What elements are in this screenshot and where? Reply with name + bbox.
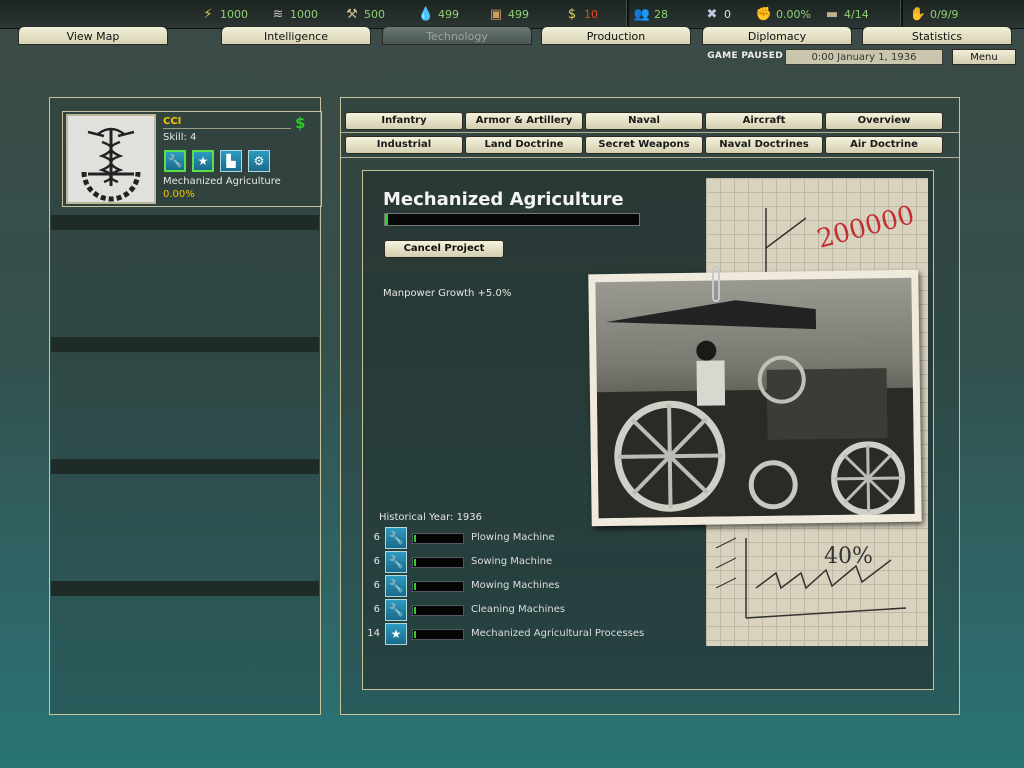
category-naval[interactable]: Naval — [585, 112, 703, 130]
component-name: Mowing Machines — [471, 580, 560, 591]
empty-slot-bar — [51, 337, 319, 352]
divider — [341, 132, 959, 133]
dissent-icon: ✊ — [755, 6, 773, 22]
svg-text:40%: 40% — [824, 544, 873, 569]
component-row: 6 🔧 Sowing Machine — [366, 551, 676, 573]
tab-intelligence[interactable]: Intelligence — [221, 26, 371, 45]
tab-statistics[interactable]: Statistics — [862, 26, 1012, 45]
tech-effect: Manpower Growth +5.0% — [383, 288, 512, 299]
category-armor-artillery[interactable]: Armor & Artillery — [465, 112, 583, 130]
rare-materials-stat[interactable]: ⚒ 500 — [344, 4, 385, 24]
component-name: Mechanized Agricultural Processes — [471, 628, 645, 639]
money-stat[interactable]: $10 — [564, 4, 598, 24]
wrench-icon: 🔧 — [385, 551, 407, 573]
supplies-icon: ▣ — [489, 6, 503, 22]
tab-production[interactable]: Production — [541, 26, 691, 45]
component-progress-bar — [412, 581, 464, 592]
category-industrial[interactable]: Industrial — [345, 136, 463, 154]
paperclip-icon — [712, 266, 720, 302]
category-aircraft[interactable]: Aircraft — [705, 112, 823, 130]
svg-text:200000: 200000 — [814, 200, 918, 255]
component-row: 6 🔧 Mowing Machines — [366, 575, 676, 597]
convoys-stat[interactable]: ▬ 4/14 — [824, 4, 869, 24]
divider — [900, 0, 903, 28]
category-secret-weapons[interactable]: Secret Weapons — [585, 136, 703, 154]
team-name: CCI — [163, 116, 182, 127]
component-name: Plowing Machine — [471, 532, 555, 543]
wrench-icon: 🔧 — [164, 150, 186, 172]
team-skill: Skill: 4 — [163, 132, 197, 143]
tab-view-map[interactable]: View Map — [18, 26, 168, 45]
component-name: Cleaning Machines — [471, 604, 566, 615]
leaders-stat[interactable]: ✋ 0/9/9 — [909, 4, 959, 24]
leaders-icon: ✋ — [909, 6, 927, 22]
wrench-icon: 🔧 — [385, 599, 407, 621]
tractor-image — [596, 300, 915, 519]
transports-icon: ✖ — [706, 6, 718, 22]
factory-icon: ▙ — [220, 150, 242, 172]
tractor-photo — [595, 277, 915, 519]
research-progress-fill — [385, 214, 388, 225]
star-icon: ★ — [192, 150, 214, 172]
team-project: Mechanized Agriculture — [163, 176, 281, 187]
divider — [626, 0, 629, 28]
component-row: 14 ★ Mechanized Agricultural Processes — [366, 623, 676, 645]
category-infantry[interactable]: Infantry — [345, 112, 463, 130]
rare-materials-icon: ⚒ — [346, 6, 358, 22]
tab-diplomacy[interactable]: Diplomacy — [702, 26, 852, 45]
empty-slot-bar — [51, 459, 319, 474]
research-progress-bar — [384, 213, 640, 226]
game-date[interactable]: 0:00 January 1, 1936 — [785, 49, 943, 65]
component-difficulty: 6 — [373, 604, 380, 615]
menu-button[interactable]: Menu — [952, 49, 1016, 65]
category-air-doctrine[interactable]: Air Doctrine — [825, 136, 943, 154]
wrench-icon: 🔧 — [385, 575, 407, 597]
component-progress-bar — [412, 629, 464, 640]
category-land-doctrine[interactable]: Land Doctrine — [465, 136, 583, 154]
divider — [341, 157, 959, 158]
component-difficulty: 6 — [373, 532, 380, 543]
component-difficulty: 6 — [373, 580, 380, 591]
component-progress-bar — [412, 533, 464, 544]
energy-icon: ⚡ — [203, 6, 213, 22]
component-progress-bar — [412, 557, 464, 568]
caduceus-gear-icon — [81, 127, 141, 202]
money-icon: $ — [567, 6, 577, 22]
oil-icon: 💧 — [417, 6, 435, 22]
star-icon: ★ — [385, 623, 407, 645]
team-logo — [66, 114, 156, 204]
component-difficulty: 6 — [373, 556, 380, 567]
divider — [163, 128, 291, 129]
convoys-icon: ▬ — [825, 6, 839, 22]
transports-stat[interactable]: ✖ 0 — [704, 4, 731, 24]
component-row: 6 🔧 Cleaning Machines — [366, 599, 676, 621]
historical-year: Historical Year: 1936 — [379, 512, 483, 523]
metal-stat[interactable]: ≋ 1000 — [270, 4, 318, 24]
empty-slot-bar — [51, 215, 319, 230]
resource-bar: ⚡ 1000 ≋ 1000 ⚒ 500 💧 499 ▣ 499 $10 👥 28 ✖ 0 ✊ 0… — [0, 0, 1024, 29]
dissent-stat[interactable]: ✊ 0.00% — [756, 4, 811, 24]
component-difficulty: 14 — [367, 628, 380, 639]
cancel-project-button[interactable]: Cancel Project — [384, 240, 504, 258]
tab-technology[interactable]: Technology — [382, 26, 532, 45]
oil-stat[interactable]: 💧 499 — [418, 4, 459, 24]
gears-icon: ⚙ — [248, 150, 270, 172]
manpower-icon: 👥 — [633, 6, 651, 22]
dollar-icon: $ — [295, 114, 306, 132]
category-overview[interactable]: Overview — [825, 112, 943, 130]
manpower-stat[interactable]: 👥 28 — [634, 4, 668, 24]
component-progress-bar — [412, 605, 464, 616]
game-paused-label: GAME PAUSED — [707, 51, 783, 61]
energy-stat[interactable]: ⚡ 1000 — [200, 4, 248, 24]
tech-title: Mechanized Agriculture — [383, 189, 624, 210]
empty-slot-bar — [51, 581, 319, 596]
team-progress: 0.00% — [163, 189, 195, 200]
category-naval-doctrines[interactable]: Naval Doctrines — [705, 136, 823, 154]
supplies-stat[interactable]: ▣ 499 — [488, 4, 529, 24]
wrench-icon: 🔧 — [385, 527, 407, 549]
metal-icon: ≋ — [272, 6, 284, 22]
component-name: Sowing Machine — [471, 556, 553, 567]
component-row: 6 🔧 Plowing Machine — [366, 527, 676, 549]
